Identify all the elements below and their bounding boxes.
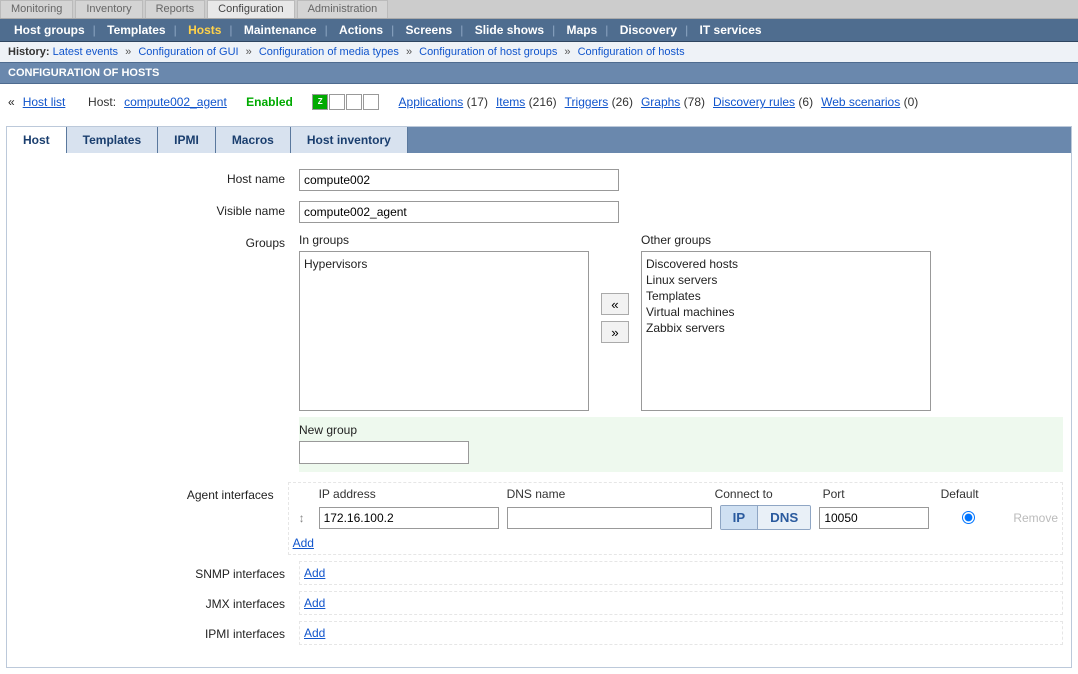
agent-default-radio[interactable] bbox=[962, 511, 975, 524]
web-scenarios-count: 0 bbox=[908, 95, 915, 109]
tab-ipmi[interactable]: IPMI bbox=[158, 127, 216, 153]
items-count: 216 bbox=[533, 95, 553, 109]
snmp-add-link[interactable]: Add bbox=[304, 566, 325, 580]
items-link[interactable]: Items bbox=[496, 95, 525, 109]
nav-maintenance[interactable]: Maintenance bbox=[244, 23, 317, 37]
list-item[interactable]: Virtual machines bbox=[646, 304, 926, 320]
move-left-button[interactable]: « bbox=[601, 293, 629, 315]
nav-screens[interactable]: Screens bbox=[406, 23, 453, 37]
visible-name-input[interactable] bbox=[299, 201, 619, 223]
history-label: History: bbox=[8, 46, 50, 58]
nav-hosts[interactable]: Hosts bbox=[188, 23, 221, 37]
connect-ip-button[interactable]: IP bbox=[721, 506, 759, 529]
other-groups-list[interactable]: Discovered hosts Linux servers Templates… bbox=[641, 251, 931, 411]
nav-slide-shows[interactable]: Slide shows bbox=[475, 23, 544, 37]
snmp-icon bbox=[329, 94, 345, 110]
ipmi-add-link[interactable]: Add bbox=[304, 626, 325, 640]
back-arrow: « bbox=[8, 95, 15, 109]
list-item[interactable]: Discovered hosts bbox=[646, 256, 926, 272]
agent-dns-input[interactable] bbox=[507, 507, 712, 529]
col-connect: Connect to bbox=[715, 487, 815, 501]
page-title: CONFIGURATION OF HOSTS bbox=[0, 62, 1078, 84]
ipmi-icon bbox=[363, 94, 379, 110]
agent-add-link[interactable]: Add bbox=[293, 536, 314, 550]
status-badge: Enabled bbox=[246, 95, 293, 109]
connect-dns-button[interactable]: DNS bbox=[758, 506, 810, 529]
remove-link: Remove bbox=[1013, 511, 1058, 525]
agent-interfaces-label: Agent interfaces bbox=[15, 482, 288, 555]
jmx-add-link[interactable]: Add bbox=[304, 596, 325, 610]
form-tabs: Host Templates IPMI Macros Host inventor… bbox=[7, 127, 1071, 153]
top-tab-reports[interactable]: Reports bbox=[145, 0, 206, 18]
graphs-count: 78 bbox=[688, 95, 701, 109]
snmp-interfaces-label: SNMP interfaces bbox=[15, 561, 299, 585]
host-name-link[interactable]: compute002_agent bbox=[124, 95, 227, 109]
history-link[interactable]: Configuration of host groups bbox=[419, 46, 557, 58]
host-list-link[interactable]: Host list bbox=[23, 95, 66, 109]
discovery-rules-count: 6 bbox=[802, 95, 809, 109]
top-tab-administration[interactable]: Administration bbox=[297, 0, 389, 18]
top-tabs: Monitoring Inventory Reports Configurati… bbox=[0, 0, 1078, 19]
nav-host-groups[interactable]: Host groups bbox=[14, 23, 85, 37]
hostname-label: Host name bbox=[15, 169, 299, 191]
ipmi-interfaces-label: IPMI interfaces bbox=[15, 621, 299, 645]
breadcrumb: History: Latest events » Configuration o… bbox=[0, 42, 1078, 62]
groups-label: Groups bbox=[15, 233, 299, 472]
top-tab-configuration[interactable]: Configuration bbox=[207, 0, 294, 18]
nav-actions[interactable]: Actions bbox=[339, 23, 383, 37]
other-groups-label: Other groups bbox=[641, 233, 931, 247]
visible-name-label: Visible name bbox=[15, 201, 299, 223]
top-tab-monitoring[interactable]: Monitoring bbox=[0, 0, 73, 18]
sub-nav: Host groups| Templates| Hosts| Maintenan… bbox=[0, 19, 1078, 42]
applications-count: 17 bbox=[471, 95, 484, 109]
move-right-button[interactable]: » bbox=[601, 321, 629, 343]
list-item[interactable]: Templates bbox=[646, 288, 926, 304]
graphs-link[interactable]: Graphs bbox=[641, 95, 680, 109]
top-tab-inventory[interactable]: Inventory bbox=[75, 0, 142, 18]
web-scenarios-link[interactable]: Web scenarios bbox=[821, 95, 900, 109]
tab-host[interactable]: Host bbox=[7, 127, 67, 153]
in-groups-list[interactable]: Hypervisors bbox=[299, 251, 589, 411]
nav-templates[interactable]: Templates bbox=[107, 23, 165, 37]
list-item[interactable]: Linux servers bbox=[646, 272, 926, 288]
history-link[interactable]: Configuration of GUI bbox=[138, 46, 238, 58]
list-item[interactable]: Hypervisors bbox=[304, 256, 584, 272]
triggers-link[interactable]: Triggers bbox=[565, 95, 609, 109]
nav-it-services[interactable]: IT services bbox=[700, 23, 762, 37]
history-link[interactable]: Latest events bbox=[53, 46, 118, 58]
list-item[interactable]: Zabbix servers bbox=[646, 320, 926, 336]
col-dns: DNS name bbox=[507, 487, 707, 501]
tab-macros[interactable]: Macros bbox=[216, 127, 291, 153]
agent-icon: Z bbox=[312, 94, 328, 110]
drag-handle-icon[interactable]: ↕ bbox=[293, 511, 311, 525]
triggers-count: 26 bbox=[616, 95, 629, 109]
hostname-input[interactable] bbox=[299, 169, 619, 191]
history-link[interactable]: Configuration of media types bbox=[259, 46, 399, 58]
history-link[interactable]: Configuration of hosts bbox=[578, 46, 685, 58]
agent-ip-input[interactable] bbox=[319, 507, 499, 529]
host-label: Host: bbox=[88, 95, 116, 109]
discovery-rules-link[interactable]: Discovery rules bbox=[713, 95, 795, 109]
tab-host-inventory[interactable]: Host inventory bbox=[291, 127, 408, 153]
jmx-interfaces-label: JMX interfaces bbox=[15, 591, 299, 615]
jmx-icon bbox=[346, 94, 362, 110]
applications-link[interactable]: Applications bbox=[399, 95, 464, 109]
col-ip: IP address bbox=[319, 487, 499, 501]
agent-port-input[interactable] bbox=[819, 507, 929, 529]
new-group-label: New group bbox=[299, 423, 1063, 437]
new-group-input[interactable] bbox=[299, 441, 469, 464]
availability-icons: Z bbox=[312, 94, 379, 110]
nav-maps[interactable]: Maps bbox=[567, 23, 598, 37]
nav-discovery[interactable]: Discovery bbox=[620, 23, 677, 37]
tab-templates[interactable]: Templates bbox=[67, 127, 158, 153]
col-default: Default bbox=[941, 487, 1001, 501]
in-groups-label: In groups bbox=[299, 233, 589, 247]
form-frame: Host Templates IPMI Macros Host inventor… bbox=[6, 126, 1072, 668]
host-summary: « Host list Host: compute002_agent Enabl… bbox=[0, 84, 1078, 120]
col-port: Port bbox=[823, 487, 933, 501]
